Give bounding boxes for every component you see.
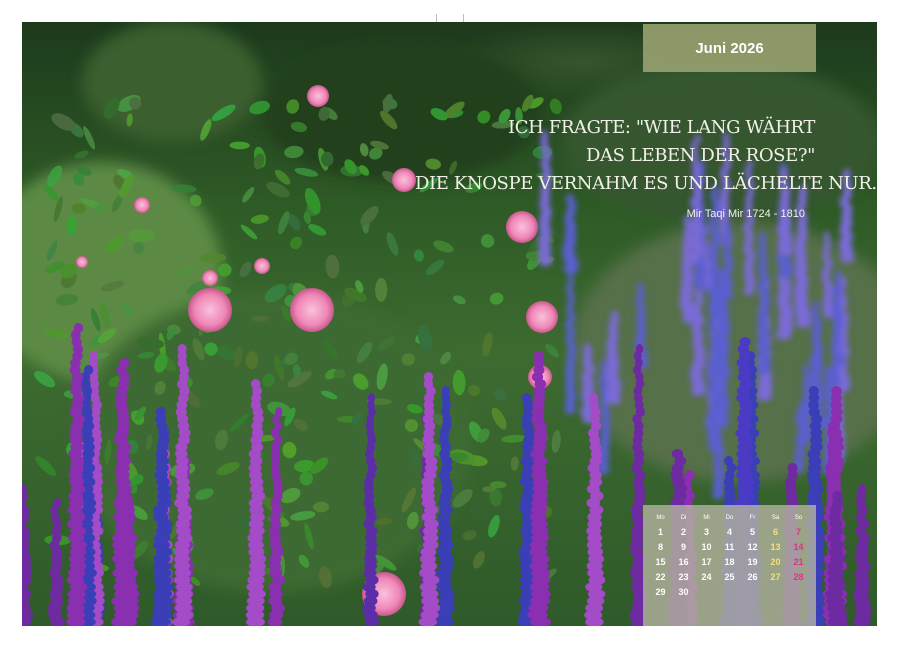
calendar-day: 2 — [680, 527, 686, 537]
calendar-day: 10 — [701, 542, 712, 552]
weekday-header: Mo Di Mi Do Fr Sa So — [643, 515, 816, 521]
weekday-label: So — [794, 515, 803, 521]
calendar-day: 13 — [770, 542, 781, 552]
calendar-day: 17 — [701, 557, 712, 567]
calendar-day: 4 — [726, 527, 732, 537]
calendar-day: 6 — [772, 527, 778, 537]
weekday-label: Do — [725, 515, 734, 521]
calendar-day: 27 — [770, 572, 781, 582]
weekday-label: Fr — [749, 515, 756, 521]
month-header: Juni 2026 — [643, 24, 816, 72]
calendar-day: 19 — [747, 557, 758, 567]
calendar-week-row: 8 9 10 11 12 13 14 — [643, 540, 816, 555]
calendar-day: 7 — [795, 527, 801, 537]
calendar-week-row: 1 2 3 4 5 6 7 — [643, 525, 816, 540]
calendar-week-row: 22 23 24 25 26 27 28 — [643, 570, 816, 585]
quote-line: DAS LEBEN DER ROSE?" — [586, 145, 815, 166]
calendar-day: 3 — [703, 527, 709, 537]
calendar-day: 26 — [747, 572, 758, 582]
quote-line: DIE KNOSPE VERNAHM ES UND LÄCHELTE NUR. — [415, 173, 877, 194]
quote-author: Mir Taqi Mir 1724 - 1810 — [686, 208, 805, 220]
month-calendar-grid: Mo Di Mi Do Fr Sa So 1 2 3 4 5 6 7 8 9 10 11 12 13 14… — [643, 505, 816, 626]
calendar-day — [741, 585, 764, 600]
calendar-day: 8 — [657, 542, 663, 552]
calendar-day: 24 — [701, 572, 712, 582]
calendar-day: 12 — [747, 542, 758, 552]
calendar-day — [695, 585, 718, 600]
calendar-day: 29 — [655, 587, 666, 597]
calendar-day: 16 — [678, 557, 689, 567]
calendar-day: 23 — [678, 572, 689, 582]
calendar-day: 20 — [770, 557, 781, 567]
weekday-label: Mi — [703, 515, 710, 521]
calendar-day: 11 — [724, 542, 735, 552]
calendar-week-row: 15 16 17 18 19 20 21 — [643, 555, 816, 570]
calendar-day: 25 — [724, 572, 735, 582]
weekday-label: Sa — [771, 515, 780, 521]
weekday-label: Di — [680, 515, 687, 521]
calendar-day: 22 — [655, 572, 666, 582]
calendar-day: 21 — [793, 557, 804, 567]
calendar-day — [764, 585, 787, 600]
weekday-label: Mo — [656, 515, 665, 521]
calendar-day — [718, 585, 741, 600]
calendar-day: 5 — [749, 527, 755, 537]
calendar-photo: Juni 2026 ICH FRAGTE: "WIE LANG WÄHRT DA… — [22, 22, 877, 626]
calendar-day: 1 — [657, 527, 663, 537]
calendar-week-row: 29 30 — [643, 585, 816, 600]
calendar-day: 15 — [655, 557, 666, 567]
quote-text: ICH FRAGTE: "WIE LANG WÄHRT DAS LEBEN DE… — [415, 114, 877, 198]
calendar-day: 14 — [793, 542, 804, 552]
quote-line: ICH FRAGTE: "WIE LANG WÄHRT — [508, 117, 815, 138]
calendar-day: 30 — [678, 587, 689, 597]
month-title: Juni 2026 — [695, 40, 764, 57]
calendar-day: 18 — [724, 557, 735, 567]
calendar-day: 28 — [793, 572, 804, 582]
calendar-day: 9 — [680, 542, 686, 552]
calendar-day — [787, 585, 810, 600]
